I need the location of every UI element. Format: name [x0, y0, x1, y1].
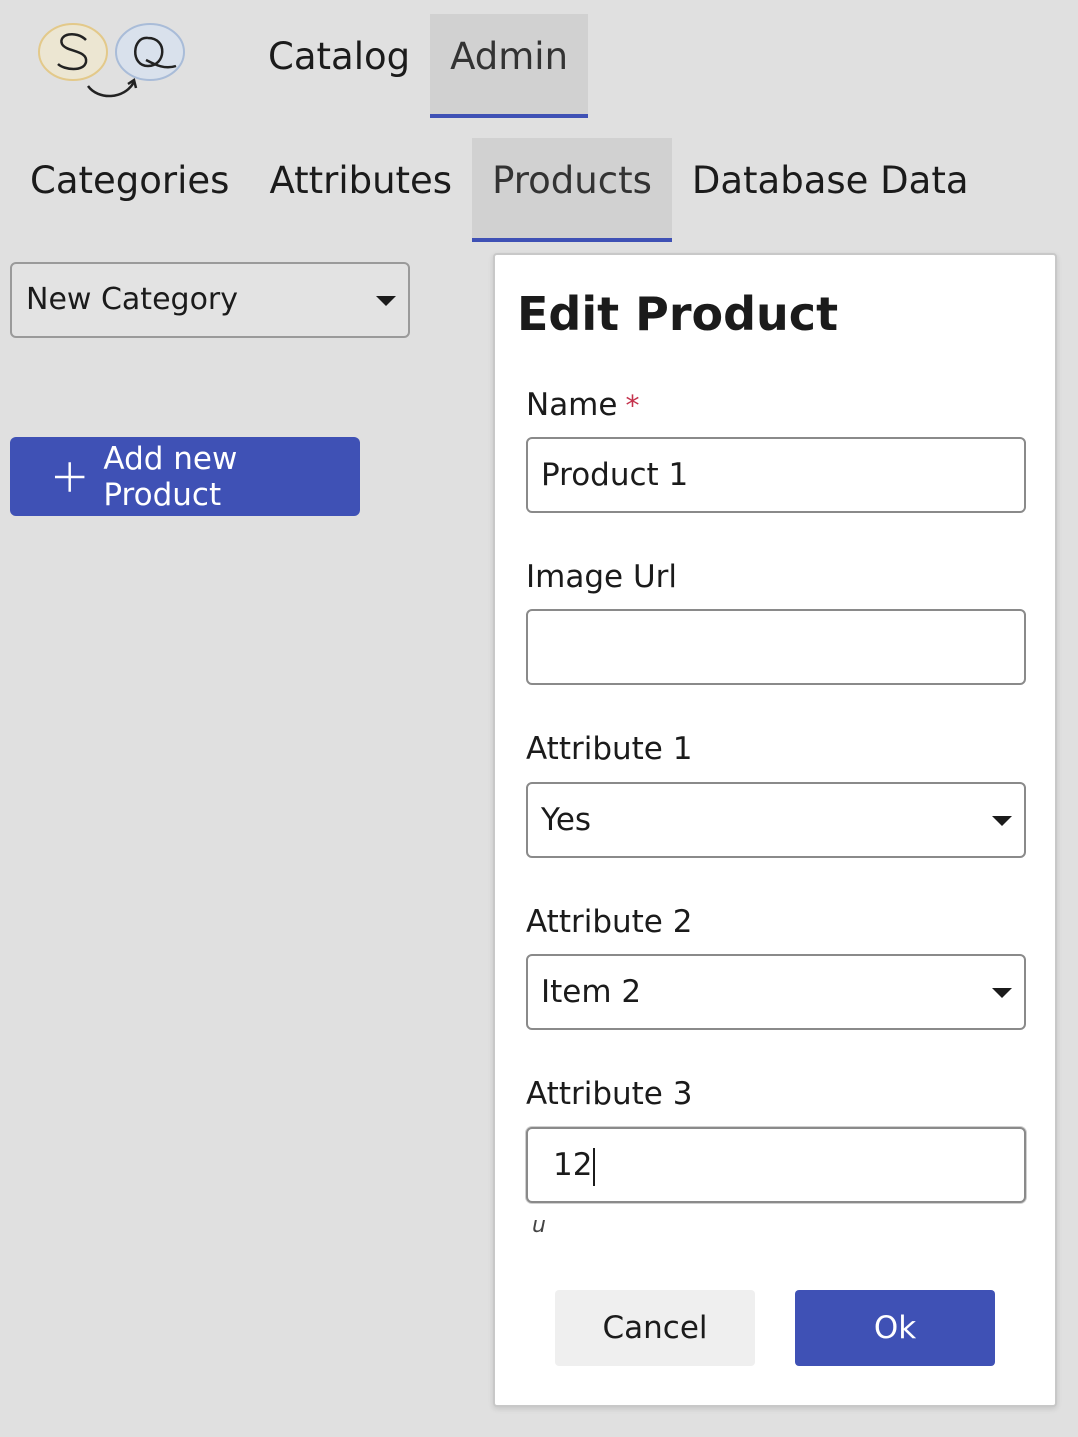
ok-button[interactable]: Ok: [795, 1290, 995, 1366]
attribute-1-select[interactable]: Yes: [526, 782, 1026, 858]
name-label-text: Name: [526, 387, 618, 423]
attribute-3-label: Attribute 3: [526, 1076, 693, 1112]
unit-hint: u: [532, 1213, 546, 1238]
tab-attributes[interactable]: Attributes: [249, 138, 472, 242]
tab-admin[interactable]: Admin: [430, 14, 589, 118]
name-label: Name *: [526, 387, 639, 423]
add-product-button[interactable]: Add new Product: [10, 437, 360, 516]
top-navigation: Catalog Admin: [248, 14, 589, 118]
chevron-down-icon: [376, 296, 396, 306]
tab-products[interactable]: Products: [472, 138, 672, 242]
edit-product-dialog: Edit Product Name * Product 1 Image Url A…: [493, 253, 1057, 1407]
chevron-down-icon: [992, 988, 1012, 998]
plus-icon: [54, 461, 85, 492]
admin-subnavigation: Categories Attributes Products Database …: [10, 138, 989, 242]
image-url-label: Image Url: [526, 559, 677, 595]
attribute-3-value: 12: [553, 1147, 593, 1183]
tab-catalog[interactable]: Catalog: [248, 14, 430, 118]
cancel-button[interactable]: Cancel: [555, 1290, 755, 1366]
attribute-2-value: Item 2: [541, 974, 642, 1010]
attribute-2-label: Attribute 2: [526, 904, 693, 940]
tab-categories[interactable]: Categories: [10, 138, 249, 242]
dialog-title: Edit Product: [517, 287, 839, 341]
text-cursor: [593, 1147, 596, 1186]
attribute-2-select[interactable]: Item 2: [526, 954, 1026, 1030]
tab-database-data[interactable]: Database Data: [672, 138, 989, 242]
name-input[interactable]: Product 1: [526, 437, 1026, 513]
attribute-1-label: Attribute 1: [526, 731, 693, 767]
category-select-value: New Category: [26, 282, 239, 317]
attribute-1-value: Yes: [541, 802, 592, 838]
add-product-label: Add new Product: [103, 440, 238, 513]
image-url-input[interactable]: [526, 609, 1026, 685]
attribute-3-input[interactable]: 12: [526, 1127, 1026, 1203]
chevron-down-icon: [992, 816, 1012, 826]
required-marker: *: [625, 389, 640, 422]
app-logo: [36, 20, 188, 104]
category-select[interactable]: New Category: [10, 262, 410, 338]
